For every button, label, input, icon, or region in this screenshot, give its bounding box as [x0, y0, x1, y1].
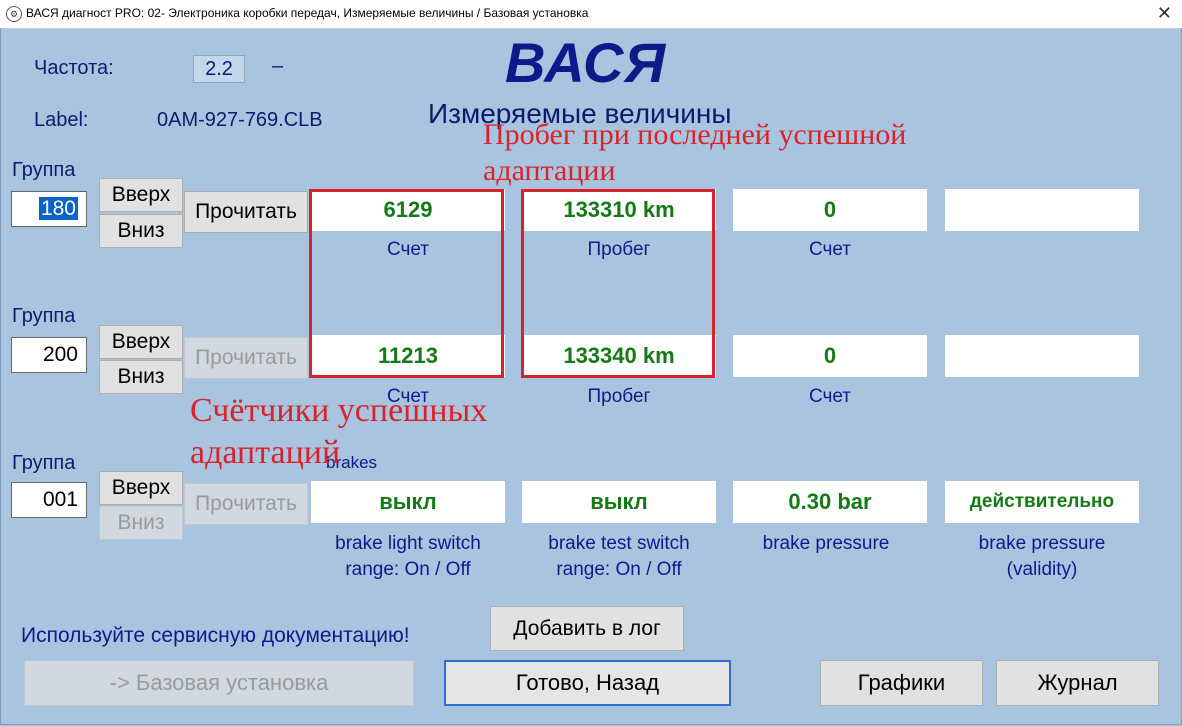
value-caption: brake pressure	[762, 533, 890, 554]
annotation-text: адаптации	[483, 154, 616, 187]
value-caption-range: (validity)	[1006, 559, 1078, 580]
value-caption: Счет	[808, 239, 852, 260]
group-down-button[interactable]: Вниз	[99, 214, 183, 248]
value-caption: brake pressure	[978, 533, 1106, 554]
done-back-button[interactable]: Готово, Назад	[444, 660, 731, 706]
group-number-value: 180	[38, 197, 78, 220]
group-label: Группа	[12, 305, 76, 327]
read-button[interactable]: Прочитать	[184, 483, 308, 525]
title-bar: ⚙ ВАСЯ диагност PRO: 02- Электроника кор…	[0, 0, 1182, 29]
highlight-box-mileage	[521, 189, 715, 378]
value-field: 0	[733, 189, 927, 231]
app-icon: ⚙	[6, 6, 22, 22]
group-down-button[interactable]: Вниз	[99, 360, 183, 394]
group-down-button[interactable]: Вниз	[99, 506, 183, 540]
graphs-button[interactable]: Графики	[820, 660, 983, 706]
journal-button[interactable]: Журнал	[996, 660, 1159, 706]
service-note: Используйте сервисную документацию!	[21, 624, 410, 647]
group-number-input[interactable]: 200	[11, 337, 87, 373]
annotation-text: Пробег при последней успешной	[483, 118, 907, 151]
add-to-log-button[interactable]: Добавить в лог	[490, 606, 684, 651]
annotation-text: Счётчики успешных	[190, 392, 488, 429]
window-title: ВАСЯ диагност PRO: 02- Электроника короб…	[26, 6, 589, 20]
value-field: действительно	[945, 481, 1139, 523]
value-caption: brake light switch	[335, 533, 481, 554]
value-field	[945, 335, 1139, 377]
frequency-label: Частота:	[34, 57, 114, 79]
group-label: Группа	[12, 159, 76, 181]
basic-setting-button[interactable]: -> Базовая установка	[24, 660, 414, 706]
group-number-input[interactable]: 001	[11, 482, 87, 518]
frequency-value: 2.2	[193, 55, 245, 83]
highlight-box-counters	[309, 189, 504, 378]
value-caption: Пробег	[587, 386, 651, 407]
value-field: выкл	[311, 481, 505, 523]
value-caption-range: range: On / Off	[345, 559, 471, 580]
group-number-input[interactable]: 180	[11, 191, 87, 227]
frequency-dash: –	[272, 55, 284, 77]
value-field: выкл	[522, 481, 716, 523]
close-icon[interactable]: ✕	[1157, 3, 1172, 23]
group-label: Группа	[12, 452, 76, 474]
annotation-text: адаптаций	[190, 434, 341, 471]
label-value: 0AM-927-769.CLB	[157, 109, 323, 131]
value-field	[945, 189, 1139, 231]
value-field: 0.30 bar	[733, 481, 927, 523]
value-caption: brake test switch	[548, 533, 690, 554]
value-caption-range: range: On / Off	[556, 559, 682, 580]
read-button[interactable]: Прочитать	[184, 337, 308, 379]
label-label: Label:	[34, 109, 89, 131]
app-logo: ВАСЯ	[505, 31, 667, 94]
value-field: 0	[733, 335, 927, 377]
read-button[interactable]: Прочитать	[184, 191, 308, 233]
group-up-button[interactable]: Вверх	[99, 471, 183, 505]
group-up-button[interactable]: Вверх	[99, 178, 183, 212]
group-up-button[interactable]: Вверх	[99, 325, 183, 359]
value-caption: Счет	[808, 386, 852, 407]
